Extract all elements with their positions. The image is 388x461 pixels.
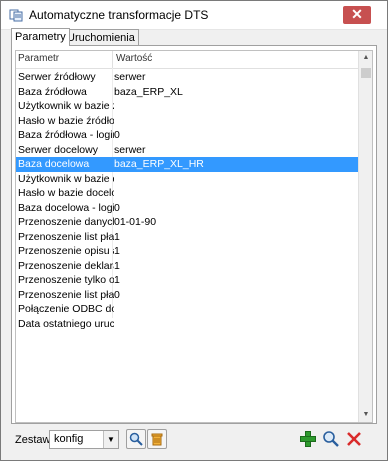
table-row[interactable]: Użytkownik w bazie docelowej	[16, 172, 358, 187]
window-title: Automatyczne transformacje DTS	[29, 8, 209, 22]
parameters-grid[interactable]: Parametr Wartość Serwer źródłowy serwer Ba…	[15, 50, 373, 423]
zestaw-label: Zestaw:	[15, 434, 54, 446]
parameter-value-cell[interactable]: 01-01-90	[114, 215, 354, 229]
parameter-name-cell: Serwer źródłowy	[18, 71, 96, 83]
table-row[interactable]: Baza docelowa baza_ERP_XL_HR	[16, 157, 358, 172]
dts-window: Automatyczne transformacje DTS ✕ Paramet…	[0, 0, 388, 461]
table-row[interactable]: Data ostatniego uruchomienia	[16, 317, 358, 332]
grid-header: Parametr Wartość	[16, 51, 358, 69]
parameter-value-cell[interactable]: baza_ERP_XL	[114, 85, 354, 99]
parameter-name-cell: Przenoszenie list płac z HR	[18, 230, 114, 243]
parameter-name-cell: Baza docelowa - login zintegrowany	[18, 201, 114, 214]
dts-app-icon	[9, 8, 23, 22]
parameter-value-cell[interactable]: 0	[114, 128, 354, 142]
table-row[interactable]: Serwer docelowy serwer	[16, 143, 358, 158]
close-icon: ✕	[351, 6, 363, 22]
column-header-parametr[interactable]: Parametr	[18, 53, 59, 64]
parameter-name-cell: Przenoszenie list płac z PIT	[18, 288, 114, 301]
trash-icon	[151, 433, 163, 446]
table-row[interactable]: Przenoszenie tylko ostatnich1	[16, 273, 358, 288]
tab-label: Parametry	[15, 31, 66, 43]
chevron-down-icon[interactable]: ▼	[103, 431, 118, 448]
table-row[interactable]: Użytkownik w bazie źródłowej	[16, 99, 358, 114]
parameter-value-cell[interactable]: 0	[114, 201, 354, 215]
parameter-value-cell[interactable]: serwer	[114, 70, 354, 84]
parameter-value-cell[interactable]: 1	[114, 230, 354, 244]
parameter-name-cell: Serwer docelowy	[18, 143, 98, 156]
vertical-scrollbar[interactable]: ▲ ▼	[358, 51, 372, 422]
search-icon	[129, 432, 143, 446]
parameter-name-cell: Połączenie ODBC do bazy	[18, 303, 114, 315]
parameter-name-cell: Baza źródłowa - login zintegrowany	[18, 129, 114, 141]
column-divider[interactable]	[112, 51, 113, 68]
zestaw-select[interactable]: konfig ▼	[49, 430, 119, 449]
magnifier-icon	[323, 431, 339, 447]
parameter-name-cell: Baza źródłowa	[18, 85, 87, 98]
column-header-wartosc[interactable]: Wartość	[116, 53, 152, 64]
parameter-name-cell: Hasło w bazie źródłowej	[18, 114, 114, 127]
table-row[interactable]: Baza źródłowa - login zintegrowany0	[16, 128, 358, 143]
parameter-name-cell: Użytkownik w bazie docelowej	[18, 172, 114, 185]
preview-button[interactable]	[321, 429, 341, 449]
parameter-name-cell: Przenoszenie danych od dnia	[18, 216, 114, 228]
zestaw-search-button[interactable]	[126, 429, 146, 449]
table-row[interactable]: Serwer źródłowy serwer	[16, 70, 358, 85]
parameter-name-cell: Hasło w bazie docelowej	[18, 187, 114, 199]
tab-parametry[interactable]: Parametry	[11, 28, 70, 46]
scroll-up-arrow[interactable]: ▲	[359, 51, 372, 65]
parameter-value-cell[interactable]: 1	[114, 244, 354, 258]
parameter-name-cell: Data ostatniego uruchomienia	[18, 317, 114, 330]
parameter-name-cell: Baza docelowa	[18, 158, 90, 170]
parameter-name-cell: Przenoszenie deklaracji z HR	[18, 259, 114, 272]
add-button[interactable]	[298, 429, 318, 449]
parameter-name-cell: Użytkownik w bazie źródłowej	[18, 100, 114, 112]
scroll-thumb[interactable]	[361, 68, 371, 78]
title-bar[interactable]: Automatyczne transformacje DTS ✕	[1, 1, 387, 30]
parameter-value-cell[interactable]: serwer	[114, 143, 354, 157]
zestaw-delete-button[interactable]	[147, 429, 167, 449]
table-row[interactable]: Przenoszenie deklaracji z HR1	[16, 259, 358, 274]
parameter-value-cell[interactable]: 0	[114, 288, 354, 302]
table-row[interactable]: Baza docelowa - login zintegrowany0	[16, 201, 358, 216]
tab-label: Uruchomienia	[67, 32, 135, 44]
parameter-name-cell: Przenoszenie tylko ostatnich	[18, 274, 114, 286]
tab-panel-parametry: Parametr Wartość Serwer źródłowy serwer Ba…	[11, 45, 377, 424]
bottom-toolbar: Zestaw: konfig ▼	[1, 425, 387, 457]
table-row[interactable]: Baza źródłowa baza_ERP_XL	[16, 85, 358, 100]
parameter-value-cell[interactable]: 1	[114, 259, 354, 273]
close-button[interactable]: ✕	[343, 6, 371, 24]
table-row[interactable]: Przenoszenie list płac z PIT0	[16, 288, 358, 303]
zestaw-value: konfig	[54, 433, 84, 445]
parameter-name-cell: Przenoszenie opisu analitycznego	[18, 245, 114, 257]
table-row[interactable]: Przenoszenie list płac z HR1	[16, 230, 358, 245]
table-row[interactable]: Przenoszenie opisu analitycznego1	[16, 244, 358, 259]
parameter-value-cell[interactable]: 1	[114, 273, 354, 287]
remove-button[interactable]	[344, 429, 364, 449]
table-row[interactable]: Przenoszenie danych od dnia01-01-90	[16, 215, 358, 230]
scroll-down-arrow[interactable]: ▼	[359, 408, 372, 422]
table-row[interactable]: Hasło w bazie źródłowej	[16, 114, 358, 129]
add-icon	[300, 431, 316, 447]
table-row[interactable]: Hasło w bazie docelowej	[16, 186, 358, 201]
delete-x-icon	[347, 432, 361, 446]
parameter-value-cell[interactable]: baza_ERP_XL_HR	[114, 157, 354, 171]
table-row[interactable]: Połączenie ODBC do bazy	[16, 302, 358, 317]
tab-uruchomienia[interactable]: Uruchomienia	[63, 29, 139, 46]
